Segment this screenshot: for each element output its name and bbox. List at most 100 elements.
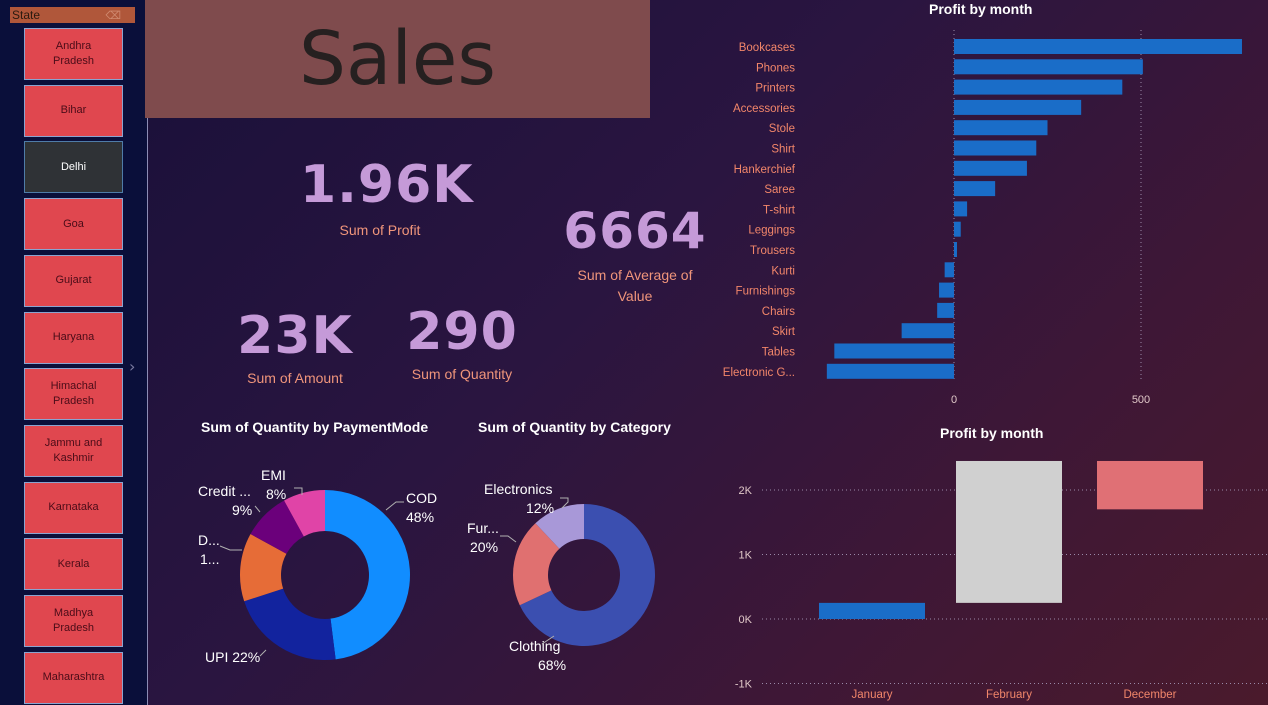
page-title: Sales	[299, 16, 496, 102]
waterfall-bar	[1097, 460, 1203, 510]
amount-kpi-label: Sum of Amount	[247, 370, 343, 386]
state-button[interactable]: Karnataka	[24, 481, 123, 534]
x-category-label: January	[852, 689, 893, 701]
quantity-kpi-label: Sum of Quantity	[411, 366, 513, 382]
slice-percent: 48%	[406, 509, 434, 525]
bar	[901, 323, 954, 339]
state-button[interactable]: Goa	[24, 198, 123, 251]
category-label: Furnishings	[736, 286, 796, 298]
category-label: Tables	[762, 347, 795, 359]
payment-mode-donut: COD 48% UPI 22% D... 1... Credit ... 9% EMI 8%	[198, 467, 437, 665]
donut-slice	[325, 490, 411, 660]
category-label: Shirt	[771, 144, 795, 156]
eraser-icon[interactable]: ⌫	[105, 8, 121, 24]
category-donut-title: Sum of Quantity by Category	[478, 419, 671, 435]
state-button[interactable]: Haryana	[24, 311, 123, 364]
category-donut: Clothing 68% Fur... 20% Electronics 12%	[467, 481, 655, 673]
bar	[954, 140, 1037, 156]
leader-line	[385, 501, 404, 511]
expand-chevron-icon[interactable]: ›	[129, 357, 135, 376]
bar	[954, 221, 961, 237]
bar	[834, 343, 954, 359]
slice-percent: 20%	[470, 539, 498, 555]
profit-kpi-value: 1.96K	[300, 155, 474, 215]
bar	[954, 79, 1123, 95]
slice-percent: 68%	[538, 657, 566, 673]
category-label: T-shirt	[763, 204, 796, 216]
slice-label: UPI 22%	[205, 649, 260, 665]
category-label: Leggings	[748, 225, 795, 237]
slicer-header: State ⌫	[10, 7, 135, 23]
average-value-kpi-label: Sum of Average of Value	[577, 267, 693, 304]
category-label: Kurti	[771, 265, 795, 277]
slice-label: Credit ...	[198, 483, 251, 499]
profit-waterfall-chart: -1K 0K 1K 2K January February December	[735, 460, 1268, 701]
state-button[interactable]: Himachal Pradesh	[24, 368, 123, 421]
x-tick-label: 0	[951, 394, 957, 406]
y-tick-label: 0K	[739, 614, 753, 626]
x-tick-label: 500	[1132, 394, 1150, 406]
slice-label: EMI	[261, 467, 286, 483]
state-button[interactable]: Delhi	[24, 141, 123, 194]
category-label: Skirt	[772, 326, 796, 338]
bar	[954, 160, 1027, 176]
bar	[954, 242, 957, 257]
category-label: Saree	[764, 184, 795, 196]
payment-donut-title: Sum of Quantity by PaymentMode	[201, 419, 429, 435]
category-label: Bookcases	[739, 42, 796, 54]
bar	[944, 262, 954, 278]
quantity-kpi-value: 290	[406, 302, 518, 362]
state-button[interactable]: Bihar	[24, 84, 123, 137]
waterfall-chart-title: Profit by month	[940, 425, 1044, 441]
state-button[interactable]: Jammu and Kashmir	[24, 424, 123, 477]
slicer-title: State	[12, 8, 41, 22]
slice-label: Clothing	[509, 638, 560, 654]
category-label: Electronic G...	[723, 367, 795, 379]
category-label: Hankerchief	[734, 164, 796, 176]
profit-bar-chart: 0 500 Bookcases Phones Printers Accessories St…	[723, 30, 1242, 406]
leader-line	[259, 649, 267, 657]
bar	[954, 181, 996, 197]
waterfall-bar	[819, 602, 925, 619]
y-tick-label: 2K	[739, 485, 753, 497]
leader-line	[219, 545, 242, 551]
amount-kpi-value: 23K	[237, 306, 353, 366]
state-button[interactable]: Andhra Pradesh	[24, 28, 123, 80]
slice-percent: 12%	[526, 500, 554, 516]
state-button[interactable]: Kerala	[24, 538, 123, 591]
waterfall-bar	[956, 460, 1062, 603]
category-label: Stole	[769, 123, 795, 135]
slice-label: Fur...	[467, 520, 499, 536]
slice-label: COD	[406, 490, 437, 506]
bar	[954, 99, 1082, 115]
state-button[interactable]: Gujarat	[24, 254, 123, 307]
slice-percent: 9%	[232, 502, 252, 518]
page-title-box: Sales	[145, 0, 650, 118]
bar	[826, 363, 954, 379]
bar	[954, 201, 968, 217]
bar	[954, 120, 1048, 136]
y-tick-label: -1K	[735, 679, 753, 691]
category-label: Chairs	[762, 306, 795, 318]
bar	[954, 59, 1143, 75]
bar	[954, 39, 1242, 54]
slice-label: Electronics	[484, 481, 552, 497]
state-button[interactable]: Madhya Pradesh	[24, 595, 123, 647]
slice-label: D...	[198, 532, 220, 548]
bar	[937, 302, 954, 318]
slice-percent: 8%	[266, 486, 286, 502]
category-label: Printers	[755, 83, 795, 95]
x-category-label: December	[1123, 689, 1176, 701]
category-label: Phones	[756, 62, 795, 74]
bar-chart-title: Profit by month	[929, 1, 1033, 17]
x-category-label: February	[986, 689, 1032, 701]
profit-kpi-label: Sum of Profit	[339, 222, 421, 238]
y-tick-label: 1K	[739, 550, 753, 562]
state-button[interactable]: Maharashtra	[24, 651, 123, 704]
category-label: Trousers	[750, 245, 795, 257]
category-label: Accessories	[733, 103, 795, 115]
average-value-kpi-value: 6664	[563, 202, 707, 260]
leader-line	[500, 535, 517, 543]
bar	[939, 282, 954, 298]
slice-percent: 1...	[200, 551, 219, 567]
